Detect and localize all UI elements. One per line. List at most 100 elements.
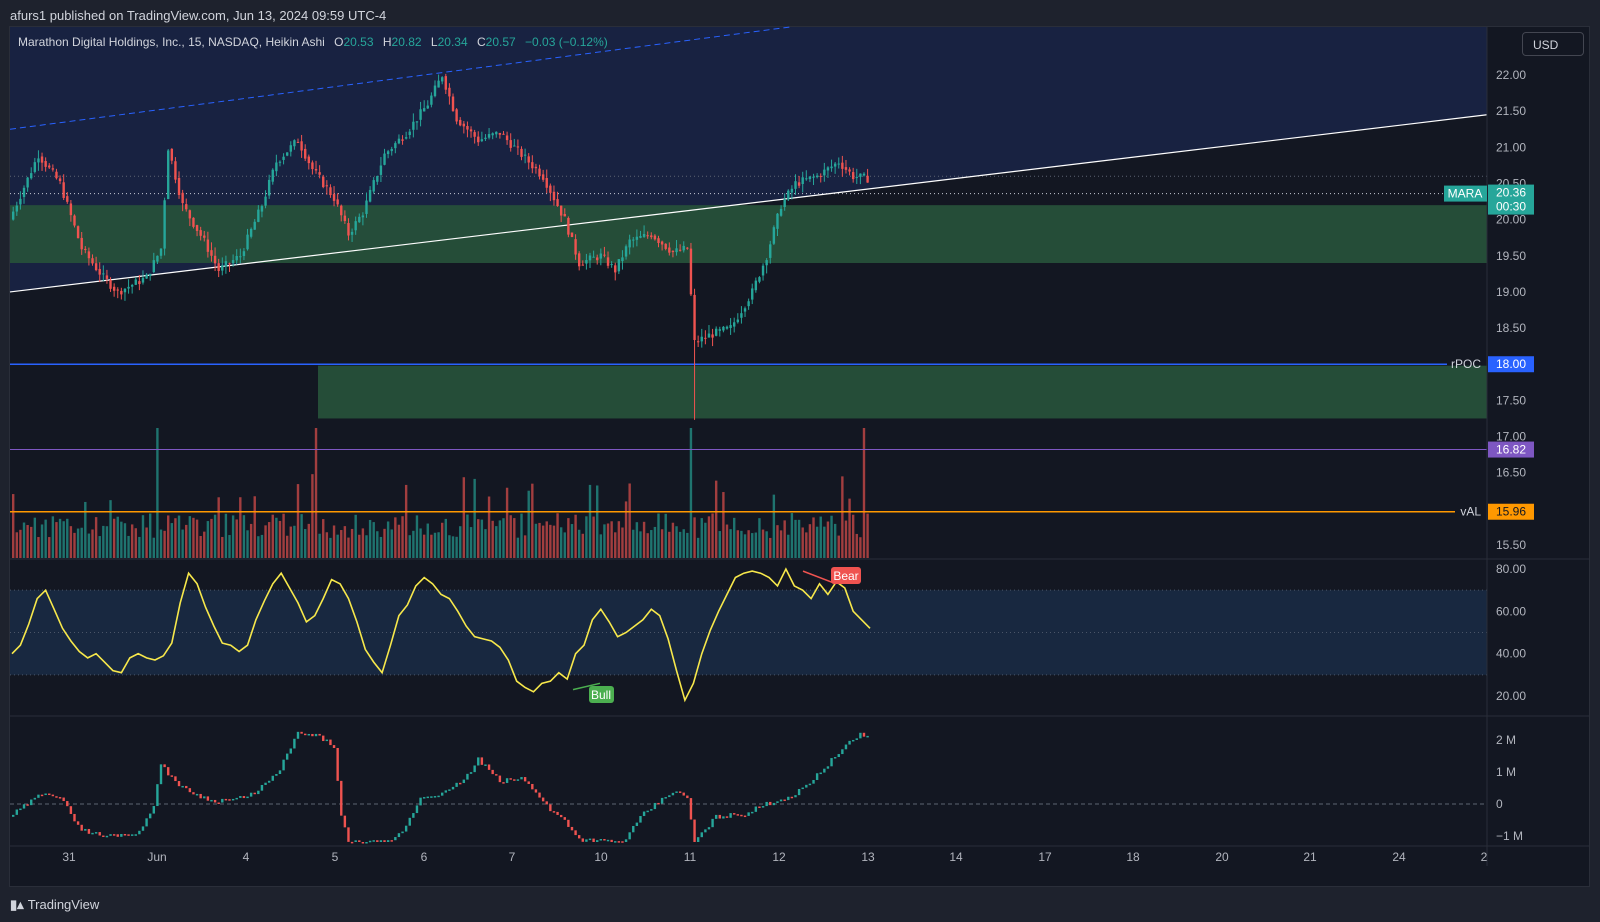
volume-bar (455, 536, 458, 558)
volume-bar (610, 521, 613, 558)
candle-body (322, 176, 325, 188)
candle-body (192, 217, 195, 227)
volume-bar (743, 534, 747, 558)
candle-body (325, 185, 329, 187)
volume-bar (603, 524, 606, 558)
candle-body (390, 148, 393, 152)
volume-bar (422, 534, 426, 558)
volume-bar (98, 536, 101, 558)
candle-body (195, 225, 199, 231)
candle-body (314, 169, 318, 171)
volume-bar (91, 529, 94, 558)
delta-bar (585, 839, 588, 842)
volume-bar (376, 531, 379, 558)
chart-canvas[interactable]: BearBull 22.0021.5021.0020.5020.0019.501… (0, 0, 1600, 922)
delta-bar (678, 791, 682, 793)
val-price-value: 15.96 (1496, 505, 1526, 519)
delta-bar (516, 779, 520, 781)
volume-bar (484, 529, 487, 558)
volume-bar (332, 525, 336, 558)
volume-bar (487, 496, 491, 558)
volume-bar (293, 525, 296, 558)
delta-bar (844, 744, 848, 750)
volume-bar (570, 524, 574, 558)
price-tick-label: 17.00 (1496, 430, 1526, 444)
delta-bar (275, 774, 278, 776)
delta-bar (776, 801, 779, 803)
time-tick-label: 11 (684, 850, 697, 864)
delta-bar (711, 818, 714, 828)
delta-bar (156, 784, 159, 807)
candle-body (430, 95, 433, 105)
candle-body (567, 218, 570, 235)
volume-bar (401, 516, 404, 558)
candle-body (350, 231, 354, 235)
candle-body (711, 334, 714, 338)
volume-bar (347, 537, 350, 558)
candle-body (603, 254, 606, 256)
candle-body (159, 248, 163, 256)
delta-bar (815, 773, 819, 780)
volume-bar (177, 515, 181, 558)
candle-body (844, 167, 848, 170)
volume-bar (343, 526, 347, 558)
candle-body (401, 139, 404, 141)
candle-body (91, 258, 94, 264)
candle-body (84, 248, 87, 250)
volume-bar (567, 518, 570, 558)
delta-bar (260, 784, 264, 791)
volume-bar (812, 517, 815, 558)
volume-bar (664, 513, 667, 558)
delta-bar (278, 770, 282, 775)
volume-bar (55, 522, 58, 558)
delta-bar (653, 802, 657, 810)
volume-bar (116, 516, 119, 558)
delta-bar (826, 766, 830, 769)
volume-bar (22, 522, 26, 558)
volume-bar (538, 522, 541, 558)
delta-bar (552, 811, 556, 813)
candle-body (116, 289, 119, 291)
price-tick-label: 16.50 (1496, 466, 1526, 480)
delta-bar (523, 777, 527, 782)
candle-body (660, 241, 664, 245)
delta-bar (148, 813, 152, 819)
price-tick-label: 21.00 (1496, 140, 1526, 154)
delta-bar (105, 835, 109, 838)
volume-bar (372, 522, 375, 558)
candle-body (545, 178, 548, 188)
volume-bar (282, 513, 285, 558)
candle-body (206, 239, 210, 252)
candle-body (426, 105, 429, 109)
delta-bar (812, 779, 815, 784)
candle-body (588, 255, 592, 261)
volume-bar (523, 535, 527, 558)
volume-bar (44, 519, 47, 558)
volume-bar (495, 526, 498, 558)
delta-bar (581, 838, 584, 842)
candle-body (376, 176, 379, 182)
volume-bar (412, 530, 415, 558)
currency-button[interactable]: USD (1522, 32, 1584, 56)
volume-bar (469, 527, 473, 558)
delta-bar (159, 764, 163, 785)
candle-body (779, 208, 783, 216)
candle-body (678, 249, 682, 251)
candle-body (98, 268, 101, 275)
candle-body (751, 288, 754, 300)
delta-bar (642, 811, 646, 817)
volume-bar (851, 514, 855, 558)
val-name-label: vAL (1460, 505, 1481, 519)
volume-bar (322, 519, 325, 558)
delta-bar (632, 825, 635, 833)
volume-bar (181, 529, 184, 558)
candle-body (621, 257, 624, 262)
volume-bar (833, 523, 837, 558)
delta-bar (509, 778, 512, 780)
footer-brand: ▮▴ TradingView (10, 897, 99, 913)
volume-bar (451, 536, 455, 558)
legend-close-value: 20.57 (485, 35, 516, 49)
candle-body (848, 169, 851, 172)
volume-bar (722, 492, 725, 558)
candle-body (722, 326, 725, 331)
